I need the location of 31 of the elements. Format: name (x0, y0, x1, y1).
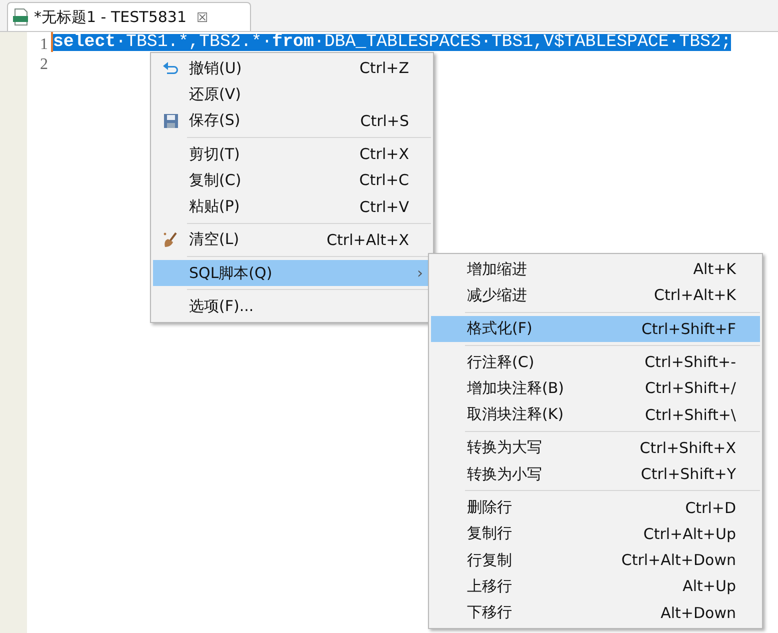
menu-item[interactable]: 增加缩进 Alt+K (431, 256, 760, 282)
menu-item[interactable]: 删除行 Ctrl+D (431, 494, 760, 521)
menu-item[interactable]: 行复制 Ctrl+Alt+Down (431, 546, 760, 574)
menu-item[interactable]: 转换为大写 Ctrl+Shift+X (431, 434, 760, 462)
menu-item[interactable]: 行注释(C) Ctrl+Shift+- (431, 348, 760, 376)
menu-item[interactable]: 保存(S) Ctrl+S (153, 108, 431, 134)
menu-item[interactable]: 下移行 Alt+Down (431, 600, 760, 626)
line-number: 1 (39, 35, 49, 55)
menu-item[interactable]: SQL脚本(Q) › (153, 260, 431, 286)
line-number: 2 (39, 55, 49, 75)
menu-item[interactable]: 减少缩进 Ctrl+Alt+K (431, 282, 760, 309)
menu-item[interactable]: 转换为小写 Ctrl+Shift+Y (431, 461, 760, 488)
close-button[interactable]: ☒ (196, 10, 208, 24)
menu-item[interactable]: 选项(F)... (153, 293, 431, 320)
submenu-arrow: › (417, 264, 423, 282)
menu-item[interactable]: 粘贴(P) Ctrl+V (153, 193, 431, 220)
menu-item[interactable]: 取消块注释(K) Ctrl+Shift+\ (431, 401, 760, 428)
menu-item[interactable]: 剪切(T) Ctrl+X (153, 140, 431, 168)
menu-item[interactable]: 撤销(U) Ctrl+Z (153, 55, 431, 82)
tab-title: *无标题1 - TEST5831 (34, 8, 186, 26)
menu-item[interactable]: 还原(V) (153, 81, 431, 108)
menu-item[interactable]: 格式化(F) Ctrl+Shift+F (431, 316, 760, 342)
undo-icon (162, 61, 180, 76)
menu-item[interactable]: 增加块注释(B) Ctrl+Shift+/ (431, 375, 760, 402)
menu-item[interactable]: 复制行 Ctrl+Alt+Up (431, 520, 760, 547)
menu-item[interactable]: 清空(L) Ctrl+Alt+X (153, 226, 431, 254)
sql-file-icon (12, 8, 30, 26)
save-icon (163, 112, 179, 129)
menu-item[interactable]: 复制(C) Ctrl+C (153, 167, 431, 194)
editor-tab[interactable]: *无标题1 - TEST5831 ☒ (7, 2, 251, 31)
menu-item[interactable]: 上移行 Alt+Up (431, 573, 760, 600)
